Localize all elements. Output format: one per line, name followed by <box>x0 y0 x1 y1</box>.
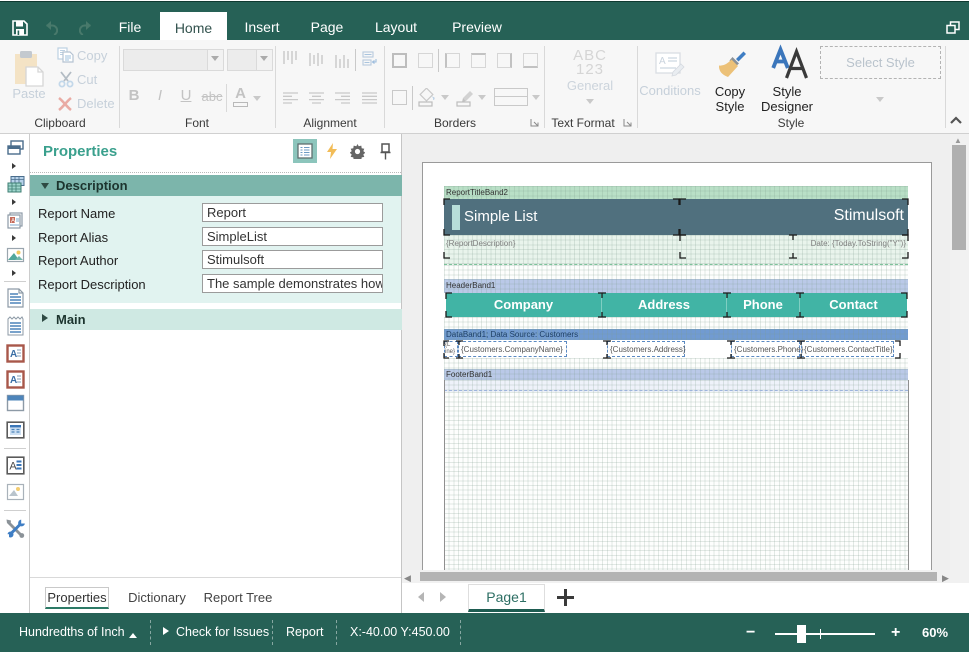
svg-text:A: A <box>659 56 666 67</box>
svg-text:A: A <box>10 349 17 360</box>
svg-text:A: A <box>10 375 17 386</box>
svg-text:A: A <box>9 461 17 473</box>
svg-text:A: A <box>11 219 15 225</box>
